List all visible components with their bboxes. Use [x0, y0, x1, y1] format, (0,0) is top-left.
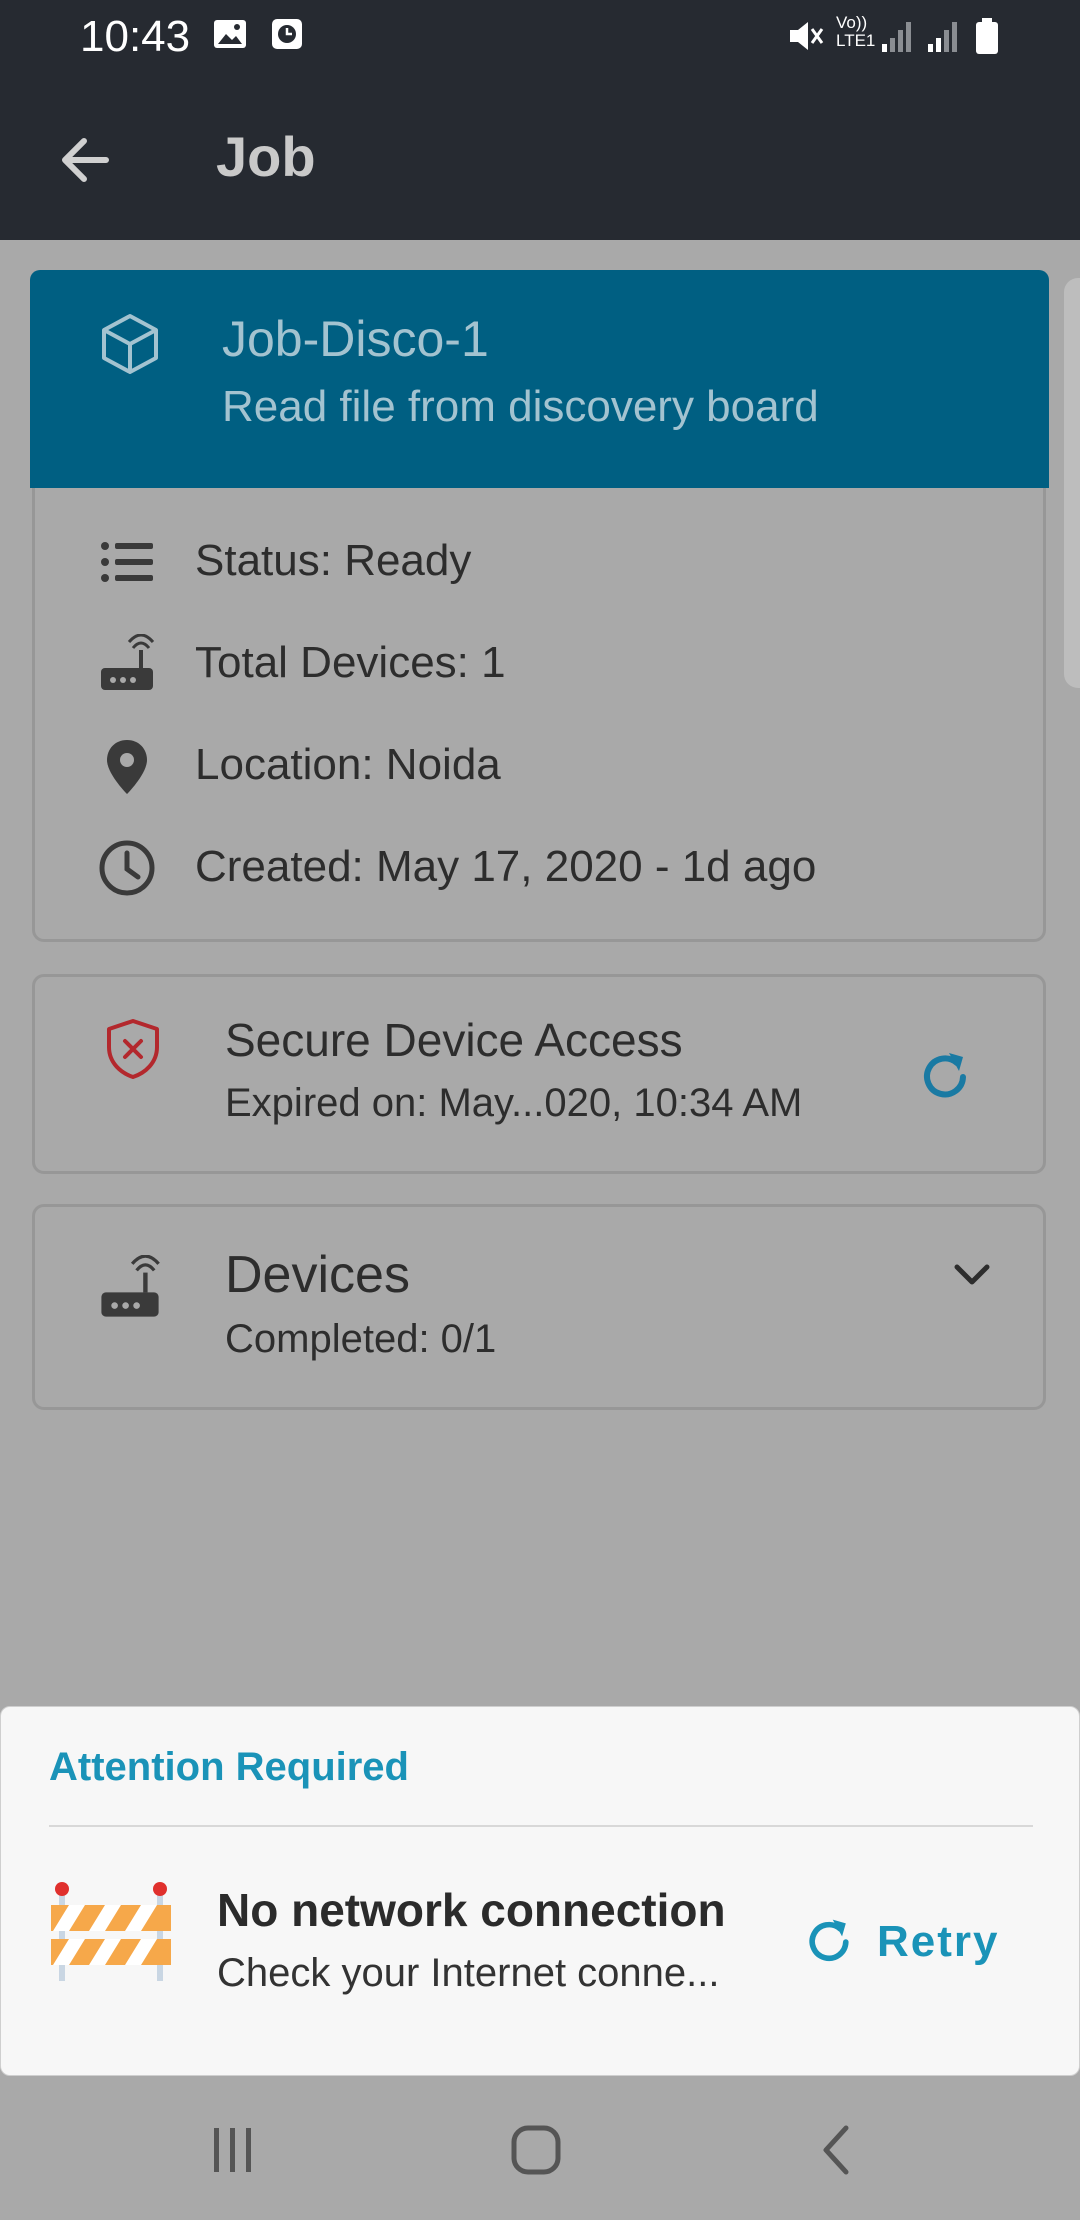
- list-icon: [101, 542, 153, 582]
- retry-label: Retry: [877, 1917, 1000, 1966]
- detail-row-location: Location: Noida: [35, 728, 1043, 798]
- job-name: Job-Disco-1: [222, 311, 489, 367]
- refresh-icon[interactable]: [915, 1047, 975, 1107]
- arrow-left-icon[interactable]: [50, 125, 120, 195]
- status-time: 10:43: [80, 12, 191, 61]
- detail-created: Created: May 17, 2020 - 1d ago: [195, 842, 817, 891]
- clock-icon: [99, 840, 155, 896]
- cube-icon: [102, 314, 158, 374]
- job-details-card: Status: Ready Total Devices: 1 Location:…: [32, 488, 1046, 942]
- page-title: Job: [216, 125, 316, 188]
- secure-access-card[interactable]: Secure Device Access Expired on: May...0…: [32, 974, 1046, 1174]
- devices-title: Devices: [225, 1246, 410, 1304]
- detail-status: Status: Ready: [195, 536, 472, 585]
- detail-row-created: Created: May 17, 2020 - 1d ago: [35, 830, 1043, 900]
- volte-icon: Vo)) LTE1: [836, 13, 876, 50]
- retry-button[interactable]: Retry: [801, 1907, 1000, 1977]
- home-icon[interactable]: [506, 2120, 566, 2180]
- refresh-icon: [809, 1919, 849, 1962]
- devices-completed: Completed: 0/1: [225, 1317, 497, 1361]
- detail-total-devices: Total Devices: 1: [195, 638, 506, 687]
- devices-card[interactable]: Devices Completed: 0/1: [32, 1204, 1046, 1410]
- system-nav-bar: [0, 2076, 1080, 2220]
- status-bar: 10:43 Vo)) LTE1: [0, 0, 1080, 70]
- chevron-down-icon[interactable]: [947, 1249, 997, 1299]
- signal-icon: [882, 22, 911, 52]
- network-error-message: Check your Internet conne...: [217, 1951, 720, 1995]
- detail-row-devices: Total Devices: 1: [35, 626, 1043, 696]
- scroll-edge: [1064, 278, 1080, 688]
- detail-location: Location: Noida: [195, 740, 501, 789]
- router-icon: [101, 634, 155, 690]
- road-barrier-icon: [51, 1882, 171, 1981]
- back-icon[interactable]: [808, 2120, 868, 2180]
- secure-access-title: Secure Device Access: [225, 1014, 683, 1066]
- location-pin-icon: [107, 740, 147, 794]
- shield-x-icon: [107, 1019, 159, 1079]
- job-description: Read file from discovery board: [222, 382, 819, 431]
- signal-icon: [928, 22, 957, 52]
- network-error-title: No network connection: [217, 1884, 726, 1936]
- battery-icon: [976, 18, 998, 54]
- router-icon: [101, 1255, 160, 1317]
- attention-sheet: Attention Required No network connection…: [0, 1706, 1080, 2076]
- divider: [49, 1825, 1033, 1827]
- clock-notify-icon: [272, 19, 302, 49]
- attention-heading: Attention Required: [49, 1745, 409, 1789]
- recents-icon[interactable]: [204, 2120, 264, 2180]
- image-icon: [214, 20, 246, 48]
- mute-icon: [790, 22, 824, 50]
- detail-row-status: Status: Ready: [35, 524, 1043, 594]
- secure-access-expiry: Expired on: May...020, 10:34 AM: [225, 1081, 803, 1125]
- app-bar: Job: [0, 70, 1080, 240]
- job-header: Job-Disco-1 Read file from discovery boa…: [30, 270, 1049, 488]
